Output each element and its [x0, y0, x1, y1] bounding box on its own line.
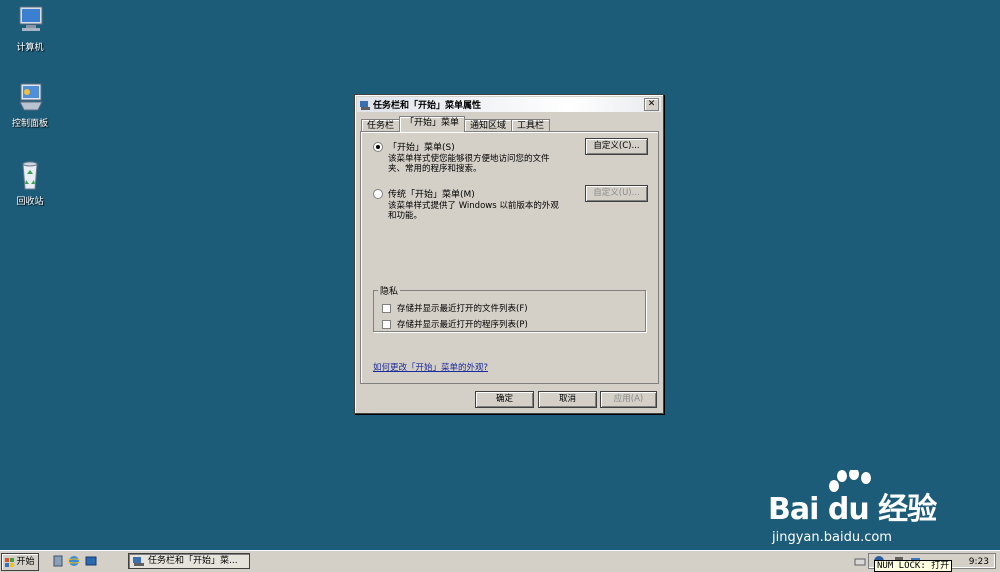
- desktop-icon-recycle-bin[interactable]: 回收站: [0, 158, 60, 207]
- tab-strip: 任务栏 「开始」菜单 通知区域 工具栏: [361, 116, 551, 133]
- desktop-icon-label: 计算机: [16, 43, 44, 53]
- taskbar-properties-icon: [360, 100, 370, 110]
- recent-programs-checkbox[interactable]: [382, 319, 391, 329]
- dialog-titlebar[interactable]: 任务栏和「开始」菜单属性 ✕: [357, 97, 661, 112]
- baidu-url-text: jingyan.baidu.com: [772, 530, 892, 545]
- numlock-tooltip: NUM LOCK: 打开: [874, 560, 953, 572]
- recent-programs-option[interactable]: 存储并显示最近打开的程序列表(P): [382, 318, 528, 330]
- privacy-group-title: 隐私: [378, 284, 401, 297]
- start-button[interactable]: 开始: [1, 553, 39, 571]
- recycle-bin-icon: [12, 158, 48, 192]
- recent-files-label[interactable]: 存储并显示最近打开的文件列表(F): [397, 302, 528, 314]
- start-menu-radio[interactable]: [373, 141, 383, 152]
- baidu-watermark: Bai du 经验 jingyan.baidu.com: [768, 470, 958, 550]
- taskbar: 开始 任务栏和「开始」菜... 9:23: [0, 550, 1000, 572]
- desktop-icon-label: 回收站: [16, 197, 44, 207]
- classic-start-menu-radio[interactable]: [373, 188, 383, 199]
- dialog-title: 任务栏和「开始」菜单属性: [373, 101, 482, 111]
- taskbar-window-button[interactable]: 任务栏和「开始」菜...: [128, 553, 250, 569]
- start-menu-description: 该菜单样式使您能够很方便地访问您的文件夹、常用的程序和搜索。: [388, 154, 550, 174]
- internet-explorer-icon[interactable]: [66, 555, 82, 567]
- start-menu-radio-label[interactable]: 「开始」菜单(S): [388, 140, 455, 153]
- desktop-icon-label: 控制面板: [11, 119, 48, 129]
- tab-start-menu[interactable]: 「开始」菜单: [399, 116, 466, 132]
- control-panel-icon: [12, 80, 48, 114]
- taskbar-window-label: 任务栏和「开始」菜...: [148, 556, 238, 566]
- clock[interactable]: 9:23: [969, 557, 989, 567]
- recent-files-option[interactable]: 存储并显示最近打开的文件列表(F): [382, 302, 528, 314]
- recent-programs-label[interactable]: 存储并显示最近打开的程序列表(P): [397, 318, 528, 330]
- taskbar-properties-icon: [133, 556, 144, 566]
- start-menu-option: 「开始」菜单(S) 该菜单样式使您能够很方便地访问您的文件夹、常用的程序和搜索。: [373, 140, 563, 174]
- computer-icon: [12, 4, 48, 38]
- server-manager-icon[interactable]: [52, 555, 64, 567]
- baidu-brand-text: Bai du 经验: [768, 492, 937, 527]
- apply-button[interactable]: 应用(A): [600, 391, 657, 408]
- taskbar-properties-dialog: 任务栏和「开始」菜单属性 ✕ 任务栏 「开始」菜单 通知区域 工具栏 「开始」菜…: [354, 94, 664, 414]
- customize-start-menu-button[interactable]: 自定义(C)...: [585, 138, 648, 155]
- classic-start-menu-radio-label[interactable]: 传统「开始」菜单(M): [388, 187, 475, 200]
- cancel-button[interactable]: 取消: [538, 391, 597, 408]
- keyboard-icon[interactable]: [854, 555, 866, 567]
- help-link[interactable]: 如何更改「开始」菜单的外观?: [373, 361, 488, 373]
- customize-classic-menu-button[interactable]: 自定义(U)...: [585, 185, 648, 202]
- desktop-icon-computer[interactable]: 计算机: [0, 4, 60, 53]
- desktop-icon-control-panel[interactable]: 控制面板: [0, 80, 60, 129]
- start-label: 开始: [16, 557, 35, 567]
- recent-files-checkbox[interactable]: [382, 303, 391, 313]
- classic-start-menu-description: 该菜单样式提供了 Windows 以前版本的外观和功能。: [388, 201, 559, 221]
- close-button[interactable]: ✕: [644, 98, 659, 111]
- show-desktop-icon[interactable]: [85, 555, 97, 567]
- privacy-group: 隐私 存储并显示最近打开的文件列表(F) 存储并显示最近打开的程序列表(P): [373, 284, 646, 332]
- start-menu-tab-panel: 「开始」菜单(S) 该菜单样式使您能够很方便地访问您的文件夹、常用的程序和搜索。…: [360, 131, 659, 384]
- ok-button[interactable]: 确定: [475, 391, 534, 408]
- classic-start-menu-option: 传统「开始」菜单(M) 该菜单样式提供了 Windows 以前版本的外观和功能。: [373, 187, 563, 221]
- windows-flag-icon: [5, 557, 15, 567]
